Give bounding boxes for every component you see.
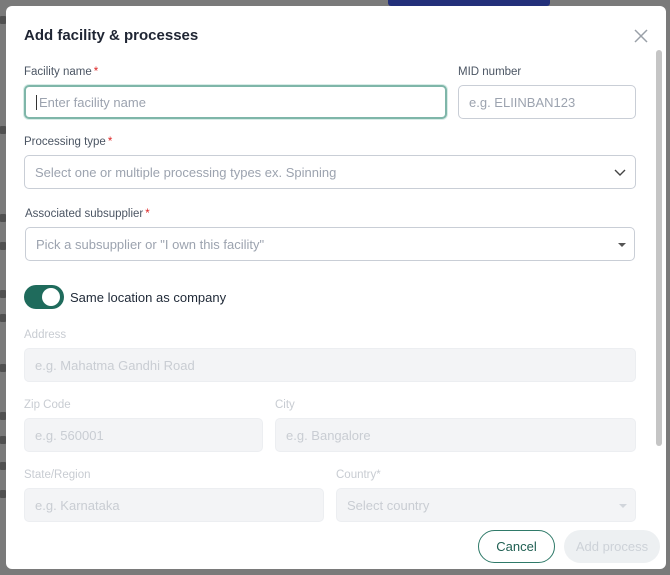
required-mark: * [376,469,381,481]
same-location-label: Same location as company [70,290,227,305]
zip-code-label: Zip Code [24,399,71,411]
facility-name-label: Facility name * [24,66,99,78]
zip-code-input[interactable]: e.g. 560001 [24,418,263,452]
associated-subsupplier-select[interactable]: Pick a subsupplier or "I own this facili… [25,227,635,261]
country-select[interactable]: Select country [336,488,636,522]
associated-subsupplier-placeholder: Pick a subsupplier or "I own this facili… [36,236,265,252]
state-region-label: State/Region [24,469,91,481]
mid-number-input[interactable]: e.g. ELIINBAN123 [458,85,636,119]
state-region-input[interactable]: e.g. Karnataka [24,488,324,522]
city-input[interactable]: e.g. Bangalore [275,418,636,452]
toggle-knob [42,288,60,306]
required-mark: * [145,208,150,220]
modal-title: Add facility & processes [24,27,199,44]
required-mark: * [93,66,99,78]
mid-number-placeholder: e.g. ELIINBAN123 [469,94,576,110]
processing-type-placeholder: Select one or multiple processing types … [35,164,337,180]
caret-down-icon [619,504,627,508]
city-placeholder: e.g. Bangalore [286,427,371,443]
processing-type-label: Processing type * [24,136,113,148]
mid-number-label: MID number [458,66,522,78]
same-location-toggle[interactable] [24,285,64,309]
address-label: Address [24,329,67,341]
facility-name-input[interactable]: Enter facility name [24,85,447,119]
cancel-button[interactable]: Cancel [478,530,555,563]
state-region-placeholder: e.g. Karnataka [35,497,120,513]
address-input[interactable]: e.g. Mahatma Gandhi Road [24,348,636,382]
processing-type-select[interactable]: Select one or multiple processing types … [24,155,636,189]
scrollbar-thumb[interactable] [656,50,662,446]
close-button[interactable] [632,27,650,45]
country-placeholder: Select country [347,497,430,513]
city-label: City [275,399,295,411]
country-label: Country* [336,469,381,481]
close-icon [634,29,648,43]
associated-subsupplier-label: Associated subsupplier * [25,208,150,220]
zip-code-placeholder: e.g. 560001 [35,427,104,443]
required-mark: * [107,136,113,148]
facility-name-placeholder: Enter facility name [39,94,146,110]
text-caret [36,94,37,110]
chevron-down-icon [614,169,626,176]
add-process-button[interactable]: Add process [564,530,660,563]
add-facility-modal: Add facility & processes Facility name * … [6,6,666,569]
address-placeholder: e.g. Mahatma Gandhi Road [35,357,195,373]
caret-down-icon [618,243,626,247]
